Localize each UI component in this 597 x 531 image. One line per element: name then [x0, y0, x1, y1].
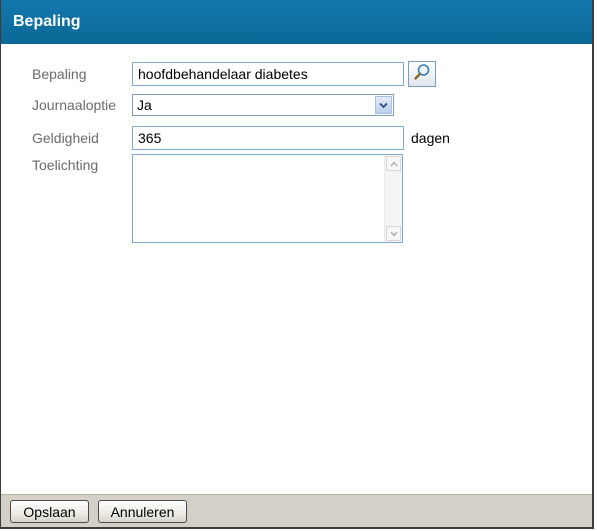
toelichting-field	[132, 154, 403, 243]
dialog-window: Bepaling Bepaling Journaaloptie Ja Geldi…	[0, 0, 594, 529]
cancel-button[interactable]: Annuleren	[98, 500, 187, 523]
dialog-footer: Opslaan Annuleren	[1, 494, 592, 527]
bepaling-input[interactable]	[132, 62, 404, 86]
geldigheid-unit: dagen	[411, 130, 450, 146]
toelichting-label: Toelichting	[32, 157, 99, 173]
scroll-down-arrow-icon[interactable]	[386, 226, 401, 241]
journaaloptie-select[interactable]: Ja	[132, 94, 394, 116]
toelichting-textarea[interactable]	[133, 155, 383, 242]
geldigheid-label: Geldigheid	[32, 130, 99, 146]
toelichting-scrollbar[interactable]	[384, 155, 402, 242]
magnifier-icon	[413, 63, 431, 86]
bepaling-label: Bepaling	[32, 66, 87, 82]
scroll-up-arrow-icon[interactable]	[386, 156, 401, 171]
chevron-down-icon[interactable]	[375, 96, 392, 114]
geldigheid-input[interactable]	[132, 126, 404, 150]
dialog-title: Bepaling	[1, 0, 592, 44]
journaaloptie-selected-value: Ja	[137, 97, 152, 113]
save-button[interactable]: Opslaan	[10, 500, 89, 523]
lookup-button[interactable]	[408, 61, 436, 87]
journaaloptie-label: Journaaloptie	[32, 97, 117, 113]
